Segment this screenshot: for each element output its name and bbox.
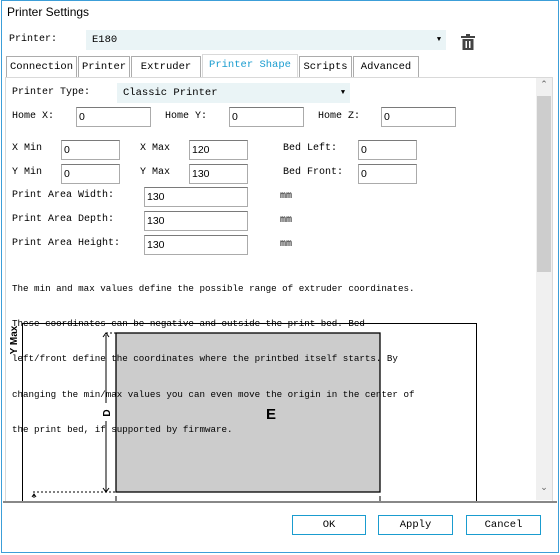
home-z-input[interactable]: 0 <box>381 107 456 127</box>
home-y-input[interactable]: 0 <box>229 107 304 127</box>
x-min-input[interactable]: 0 <box>61 140 120 160</box>
print-depth-input[interactable]: 130 <box>144 211 248 231</box>
bed-left-input[interactable]: 0 <box>358 140 417 160</box>
printer-label: Printer: <box>9 34 58 45</box>
home-y-label: Home Y: <box>165 111 208 122</box>
ok-button[interactable]: OK <box>292 515 366 535</box>
print-height-label: Print Area Height: <box>12 238 121 249</box>
scroll-up-icon[interactable]: ⌃ <box>537 80 551 94</box>
tab-extruder[interactable]: Extruder <box>131 56 201 77</box>
y-max-input[interactable]: 130 <box>189 164 248 184</box>
x-min-label: X Min <box>12 143 43 154</box>
tab-printer-shape[interactable]: Printer Shape <box>202 54 298 78</box>
cancel-button[interactable]: Cancel <box>466 515 541 535</box>
trash-icon[interactable] <box>461 34 475 50</box>
print-width-label: Print Area Width: <box>12 190 115 201</box>
description-line: These coordinates can be negative and ou… <box>12 317 365 329</box>
x-max-label: X Max <box>140 143 171 154</box>
y-min-input[interactable]: 0 <box>61 164 120 184</box>
chevron-down-icon[interactable]: ▼ <box>432 30 446 50</box>
tab-printer[interactable]: Printer <box>78 56 130 77</box>
description-line: the print bed, if supported by firmware. <box>12 424 233 436</box>
y-min-label: Y Min <box>12 167 43 178</box>
bed-left-label: Bed Left: <box>283 143 338 154</box>
tab-connection[interactable]: Connection <box>6 56 77 77</box>
tab-advanced[interactable]: Advanced <box>353 56 419 77</box>
printer-type-select[interactable]: Classic Printer <box>117 83 336 103</box>
description-line: left/front define the coordinates where … <box>12 353 398 365</box>
home-x-label: Home X: <box>12 111 55 122</box>
y-max-label-field: Y Max <box>140 167 171 178</box>
scrollbar-thumb[interactable] <box>537 96 551 272</box>
description-line: The min and max values define the possib… <box>12 282 415 294</box>
description-line: changing the min/max values you can even… <box>12 388 415 400</box>
description-text: The min and max values define the possib… <box>12 259 414 448</box>
apply-button[interactable]: Apply <box>378 515 453 535</box>
print-width-input[interactable]: 130 <box>144 187 248 207</box>
print-depth-label: Print Area Depth: <box>12 214 115 225</box>
window-title: Printer Settings <box>7 5 90 19</box>
scroll-down-icon[interactable]: ⌄ <box>537 483 551 497</box>
home-x-input[interactable]: 0 <box>76 107 151 127</box>
print-height-unit: mm <box>280 239 293 250</box>
print-width-unit: mm <box>280 191 293 202</box>
bed-front-input[interactable]: 0 <box>358 164 417 184</box>
x-max-input[interactable]: 120 <box>189 140 248 160</box>
print-height-input[interactable]: 130 <box>144 235 248 255</box>
bed-front-label: Bed Front: <box>283 167 344 178</box>
printer-select[interactable]: E180 <box>86 30 432 50</box>
home-z-label: Home Z: <box>318 111 361 122</box>
printer-type-label: Printer Type: <box>12 87 91 98</box>
chevron-down-icon[interactable]: ▼ <box>336 83 350 103</box>
tab-scripts[interactable]: Scripts <box>299 56 352 77</box>
footer-divider <box>3 501 557 503</box>
print-depth-unit: mm <box>280 215 293 226</box>
